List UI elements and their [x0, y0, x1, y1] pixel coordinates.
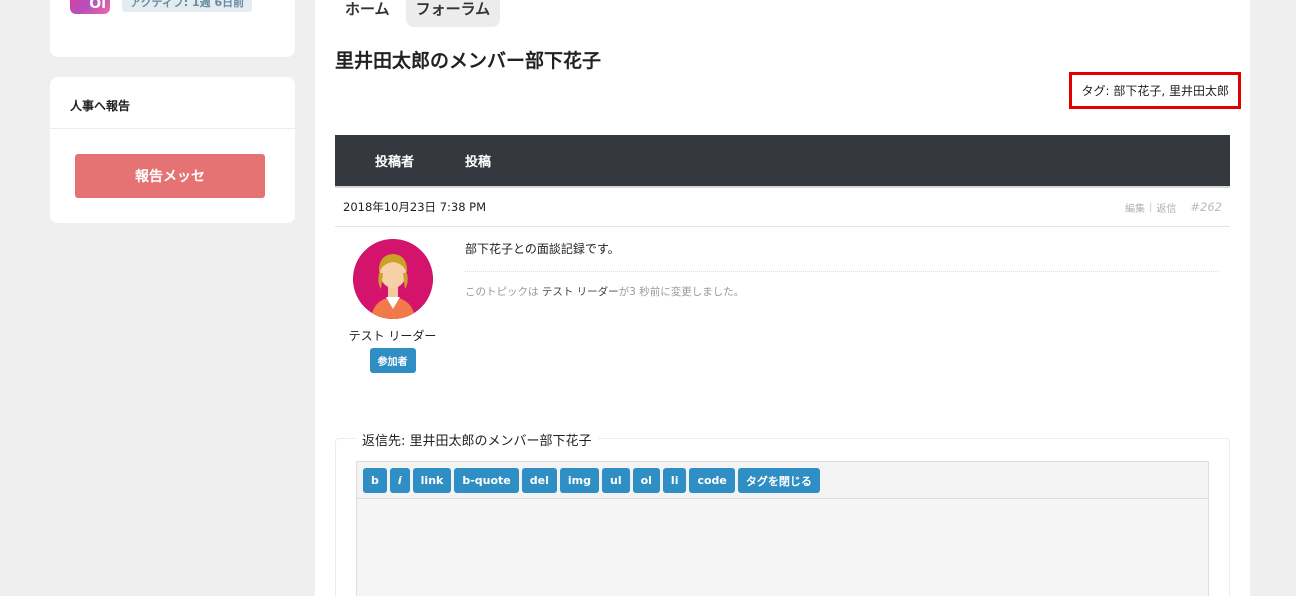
topic-tags: タグ: 部下花子, 里井田太郎: [1069, 72, 1241, 109]
report-message-button[interactable]: 報告メッセ: [75, 154, 265, 198]
toolbar-italic-button[interactable]: i: [389, 468, 410, 493]
person-avatar-icon: [352, 239, 433, 319]
toolbar-blockquote-button[interactable]: b-quote: [454, 468, 519, 493]
avatar-initial: Ol: [89, 0, 106, 12]
editor-toolbar: b i link b-quote del img ul ol li code タ…: [357, 462, 1208, 499]
reply-form-legend: 返信先: 里井田太郎のメンバー部下花子: [356, 430, 598, 449]
posts-table-header: 投稿者 投稿: [335, 135, 1230, 186]
breadcrumb-home[interactable]: ホーム: [335, 0, 400, 27]
post-content: 部下花子との面談記録です。: [465, 240, 1218, 272]
report-widget: 人事へ報告 報告メッセ: [50, 77, 295, 223]
toolbar-ol-button[interactable]: ol: [632, 468, 660, 493]
reply-link[interactable]: 返信: [1156, 200, 1176, 215]
toolbar-li-button[interactable]: li: [662, 468, 687, 493]
actions-separator: |: [1149, 201, 1153, 213]
header-post: 投稿: [465, 155, 492, 170]
post-permalink[interactable]: #262: [1190, 200, 1222, 214]
author-name[interactable]: テスト リーダー: [335, 327, 450, 344]
breadcrumb: ホーム フォーラム: [335, 0, 501, 27]
post-author: テスト リーダー 参加者: [335, 239, 450, 373]
toolbar-img-button[interactable]: img: [559, 468, 599, 493]
post-actions: 編集 | 返信 #262: [1125, 200, 1222, 215]
toolbar-link-button[interactable]: link: [412, 468, 452, 493]
reply-textarea[interactable]: [357, 499, 1208, 596]
header-author: 投稿者: [375, 155, 415, 170]
tags-separator: ,: [1161, 84, 1166, 98]
tag-link-2[interactable]: 里井田太郎: [1169, 84, 1229, 98]
post-date: 2018年10月23日 7:38 PM: [343, 200, 487, 214]
page-title: 里井田太郎のメンバー部下花子: [335, 50, 602, 72]
tags-label: タグ:: [1081, 84, 1110, 98]
tag-link-1[interactable]: 部下花子: [1113, 84, 1161, 98]
toolbar-del-button[interactable]: del: [521, 468, 557, 493]
log-user-link[interactable]: テスト リーダー: [542, 286, 619, 298]
post-body: 部下花子との面談記録です。 このトピックは テスト リーダーが3 秒前に変更しま…: [465, 240, 1218, 299]
report-widget-title: 人事へ報告: [50, 77, 295, 129]
toolbar-code-button[interactable]: code: [689, 468, 735, 493]
toolbar-bold-button[interactable]: b: [363, 468, 387, 493]
reply-form: 返信先: 里井田太郎のメンバー部下花子 b i link b-quote del…: [335, 430, 1230, 596]
activity-badge: アクティブ: 1週 6日前: [122, 0, 253, 12]
main-content: ホーム フォーラム 里井田太郎のメンバー部下花子 タグ: 部下花子, 里井田太郎…: [315, 0, 1250, 596]
breadcrumb-forum[interactable]: フォーラム: [405, 0, 501, 27]
author-avatar[interactable]: [352, 239, 433, 319]
post-revision-log: このトピックは テスト リーダーが3 秒前に変更しました。: [465, 284, 1218, 299]
toolbar-ul-button[interactable]: ul: [601, 468, 630, 493]
post-meta-row: 2018年10月23日 7:38 PM 編集 | 返信 #262: [335, 186, 1230, 227]
role-badge: 参加者: [369, 348, 416, 373]
edit-link[interactable]: 編集: [1125, 200, 1145, 215]
user-avatar[interactable]: Ol: [70, 0, 110, 14]
user-widget: Ol アクティブ: 1週 6日前: [50, 0, 295, 57]
log-suffix: が3 秒前に変更しました。: [618, 286, 745, 298]
reply-editor: b i link b-quote del img ul ol li code タ…: [356, 461, 1209, 596]
toolbar-close-tags-button[interactable]: タグを閉じる: [737, 468, 820, 493]
log-prefix: このトピックは: [465, 286, 539, 298]
